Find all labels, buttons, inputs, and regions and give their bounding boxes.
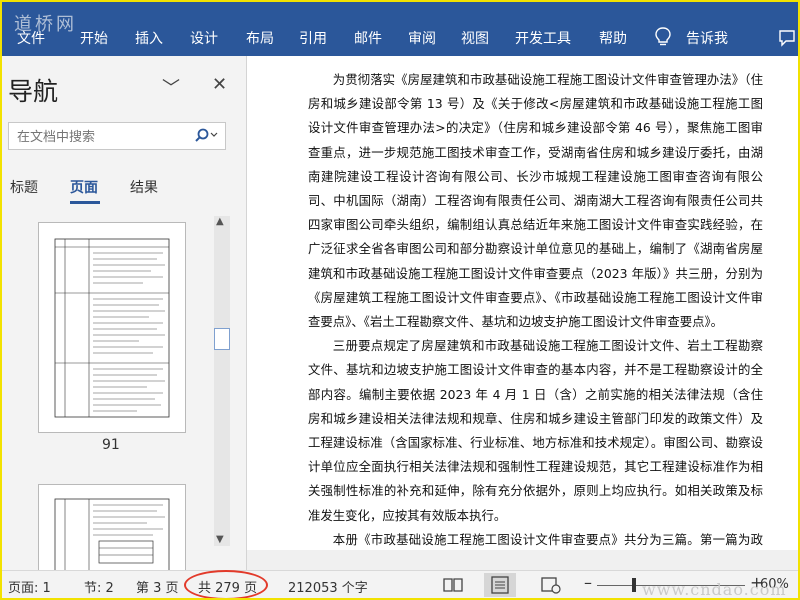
page-thumbnail[interactable] (38, 484, 186, 572)
tab-file[interactable]: 文件 (17, 28, 45, 48)
tab-view[interactable]: 视图 (461, 28, 489, 48)
horizontal-scrollbar[interactable] (247, 550, 798, 570)
site-watermark-url: www.cndao.com (642, 580, 787, 599)
thumbnail-scrollbar[interactable]: ▲ ▼ (212, 216, 232, 546)
thumbnail-page-number: 91 (102, 437, 120, 453)
document-paragraph[interactable]: 三册要点规定了房屋建筑和市政基础设施工程施工图设计文件、岩土工程勘察文件、基坑和… (308, 334, 763, 528)
status-page[interactable]: 页面: 1 (8, 577, 51, 596)
tell-me-label[interactable]: 告诉我 (686, 28, 728, 48)
navigation-pane: 导航 ﹀ ✕ 标题 页面 结果 (2, 56, 247, 572)
page-thumbnail-preview (54, 238, 170, 418)
read-mode-icon[interactable] (442, 576, 464, 594)
tab-references[interactable]: 引用 (299, 28, 327, 48)
document-paragraph[interactable]: 为贯彻落实《房屋建筑和市政基础设施工程施工图设计文件审查管理办法》（住房和城乡建… (308, 68, 763, 334)
word-window: 道桥网 文件 开始 插入 设计 布局 引用 邮件 审阅 视图 开发工具 帮助 告… (0, 0, 800, 600)
ribbon: 道桥网 文件 开始 插入 设计 布局 引用 邮件 审阅 视图 开发工具 帮助 告… (2, 2, 798, 56)
lightbulb-icon[interactable] (654, 27, 672, 47)
zoom-out-button[interactable]: – (584, 573, 592, 592)
status-word-count[interactable]: 212053 个字 (288, 577, 368, 596)
tab-mailings[interactable]: 邮件 (354, 28, 382, 48)
scrollbar-thumb[interactable] (214, 328, 230, 350)
web-layout-icon[interactable] (540, 576, 562, 594)
highlight-annotation-oval (184, 570, 268, 598)
nav-tab-headings[interactable]: 标题 (10, 177, 38, 197)
comment-icon[interactable] (778, 29, 796, 47)
nav-pane-title: 导航 (8, 77, 59, 106)
nav-tab-pages[interactable]: 页面 (70, 177, 98, 197)
chevron-down-icon[interactable]: ﹀ (162, 74, 180, 100)
tab-help[interactable]: 帮助 (599, 28, 627, 48)
tab-home[interactable]: 开始 (80, 28, 108, 48)
status-page-of[interactable]: 第 3 页 (136, 577, 179, 596)
active-tab-indicator (70, 201, 100, 204)
close-icon[interactable]: ✕ (212, 74, 227, 95)
tab-developer[interactable]: 开发工具 (515, 28, 571, 48)
page-thumbnail-preview (54, 498, 170, 571)
scroll-down-arrow-icon[interactable]: ▼ (216, 534, 224, 545)
status-section[interactable]: 节: 2 (84, 577, 114, 596)
document-page[interactable]: 为贯彻落实《房屋建筑和市政基础设施工程施工图设计文件审查管理办法》（住房和城乡建… (308, 68, 763, 598)
search-input[interactable] (15, 127, 189, 147)
zoom-slider-thumb[interactable] (632, 578, 636, 592)
tab-layout[interactable]: 布局 (246, 28, 274, 48)
tab-review[interactable]: 审阅 (408, 28, 436, 48)
nav-tab-results[interactable]: 结果 (130, 177, 158, 197)
page-thumbnail[interactable] (38, 222, 186, 433)
print-layout-icon[interactable] (489, 576, 511, 594)
search-box[interactable] (8, 122, 226, 150)
document-area[interactable]: 为贯彻落实《房屋建筑和市政基础设施工程施工图设计文件审查管理办法》（住房和城乡建… (247, 56, 798, 595)
tab-design[interactable]: 设计 (190, 28, 218, 48)
scrollbar-track[interactable] (214, 216, 230, 546)
scroll-up-arrow-icon[interactable]: ▲ (216, 216, 224, 227)
tab-insert[interactable]: 插入 (135, 28, 163, 48)
search-icon[interactable] (193, 127, 221, 145)
